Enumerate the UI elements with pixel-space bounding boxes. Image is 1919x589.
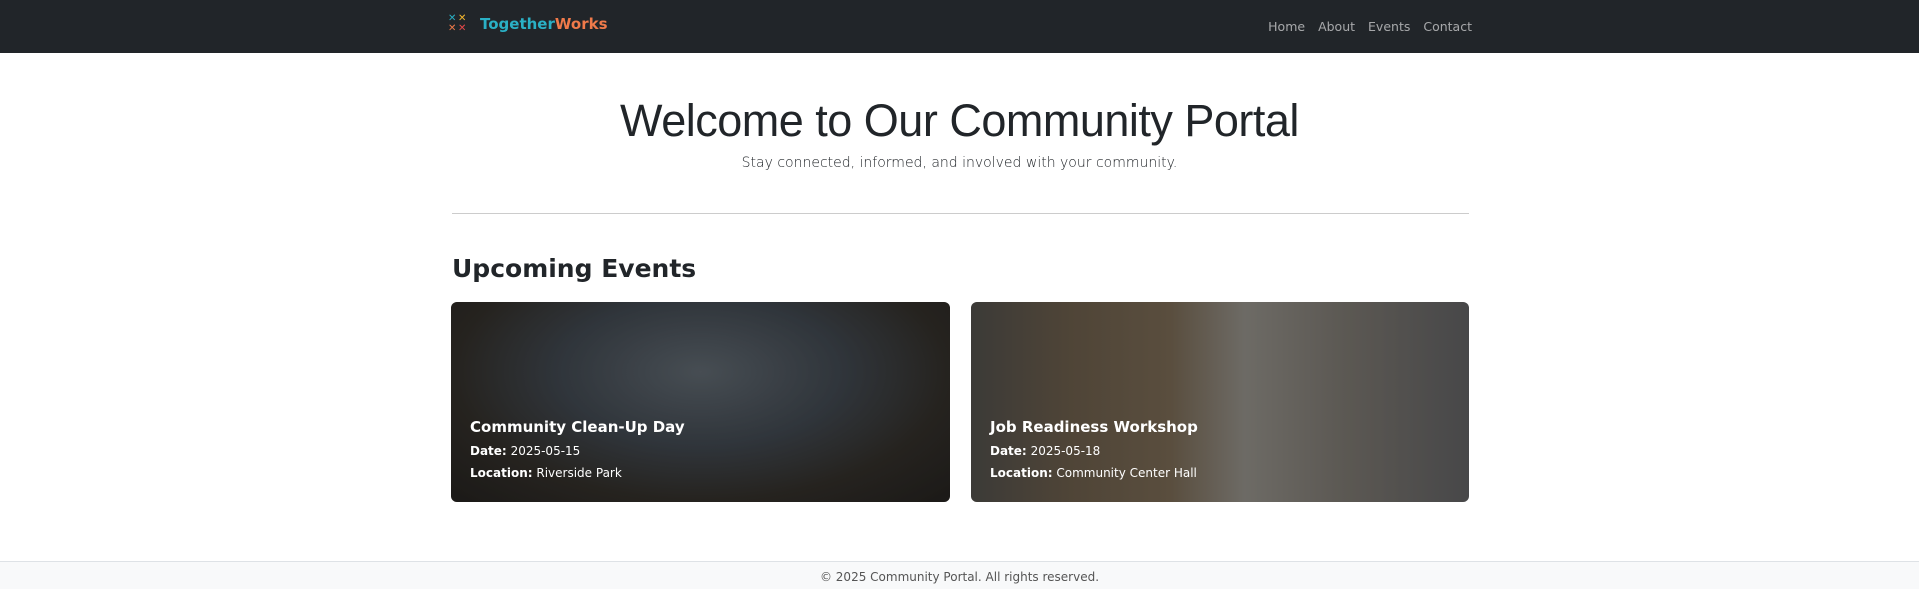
event-title: Community Clean-Up Day: [470, 418, 685, 436]
footer: © 2025 Community Portal. All rights rese…: [0, 561, 1919, 589]
date-label: Date:: [470, 444, 507, 458]
brand-link[interactable]: ✕ ✕ ✕ ✕ TogetherWorks: [448, 14, 608, 34]
location-label: Location:: [990, 466, 1053, 480]
event-date: 2025-05-18: [1030, 444, 1101, 458]
divider: [452, 213, 1469, 214]
event-date: 2025-05-15: [510, 444, 581, 458]
nav-home[interactable]: Home: [1268, 19, 1305, 34]
event-title: Job Readiness Workshop: [990, 418, 1198, 436]
logo-icon: ✕ ✕ ✕ ✕: [448, 13, 467, 34]
navbar: ✕ ✕ ✕ ✕ TogetherWorks Home About Events Co…: [0, 0, 1919, 53]
event-location: Riverside Park: [536, 466, 622, 480]
location-label: Location:: [470, 466, 533, 480]
footer-text: © 2025 Community Portal. All rights rese…: [819, 570, 1100, 584]
nav-about[interactable]: About: [1318, 19, 1355, 34]
nav-events[interactable]: Events: [1368, 19, 1410, 34]
nav-contact[interactable]: Contact: [1423, 19, 1472, 34]
event-card[interactable]: Job Readiness Workshop Date: 2025-05-18 …: [971, 302, 1469, 502]
page-title: Welcome to Our Community Portal: [620, 95, 1299, 146]
events-heading: Upcoming Events: [452, 254, 697, 283]
brand-name: TogetherWorks: [480, 15, 608, 33]
event-location: Community Center Hall: [1056, 466, 1197, 480]
event-card[interactable]: Community Clean-Up Day Date: 2025-05-15 …: [451, 302, 950, 502]
page-subtitle: Stay connected, informed, and involved w…: [741, 155, 1178, 171]
date-label: Date:: [990, 444, 1027, 458]
